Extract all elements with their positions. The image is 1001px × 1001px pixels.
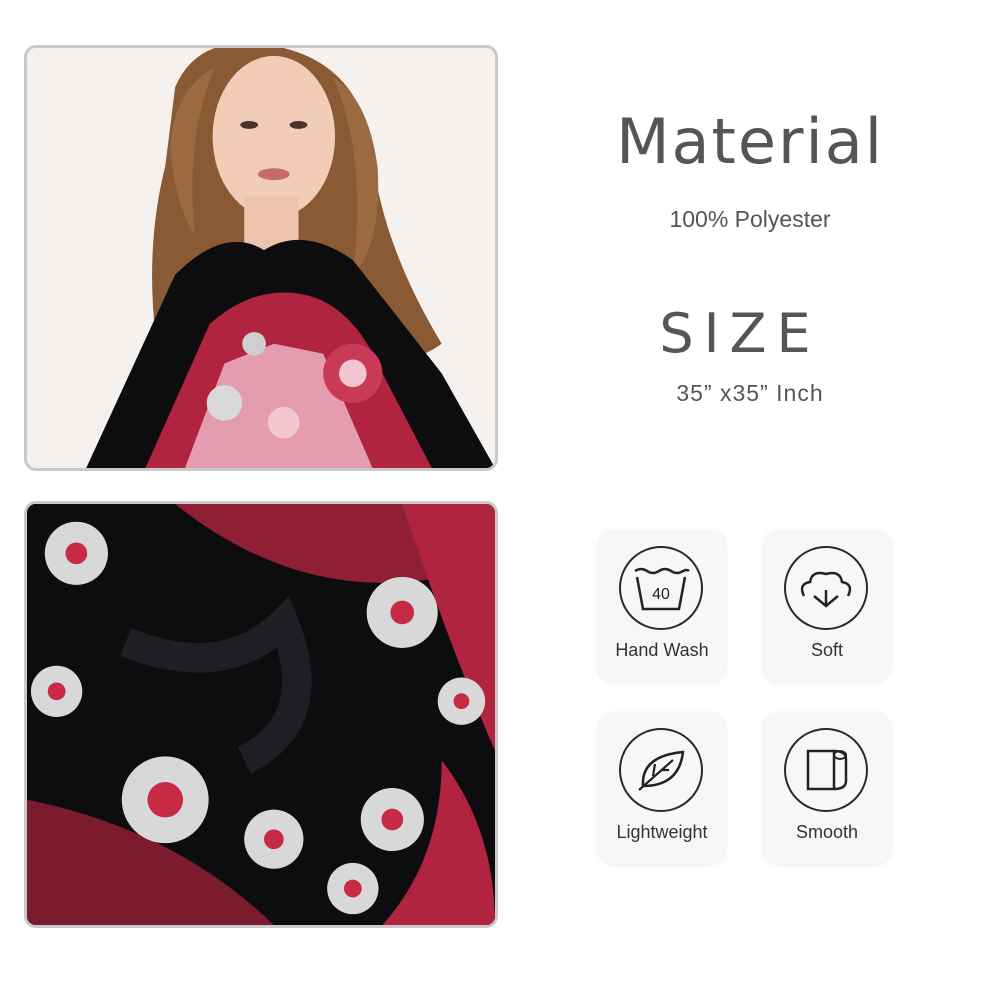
feature-hand-wash: 40 Hand Wash xyxy=(599,532,725,682)
material-heading: Material xyxy=(616,105,884,178)
size-value: 35” x35” Inch xyxy=(676,380,824,406)
leaf-icon xyxy=(619,728,703,812)
scarf-detail-photo xyxy=(24,501,498,928)
feature-smooth: Smooth xyxy=(764,714,890,864)
size-heading: SIZE xyxy=(659,302,821,365)
hand-wash-icon: 40 xyxy=(619,546,703,630)
model-photo xyxy=(24,45,498,471)
model-wearing-scarf-image xyxy=(27,48,495,468)
feature-label: Soft xyxy=(810,640,844,660)
wash-temperature: 40 xyxy=(652,586,670,603)
feature-lightweight: Lightweight xyxy=(599,714,725,864)
scarf-pattern-image xyxy=(27,504,495,925)
feature-label: Hand Wash xyxy=(615,640,709,660)
fabric-roll-icon xyxy=(784,728,868,812)
feature-soft: Soft xyxy=(764,532,890,682)
cotton-icon xyxy=(784,546,868,630)
feature-label: Lightweight xyxy=(616,822,708,842)
feature-label: Smooth xyxy=(795,822,859,842)
material-value: 100% Polyester xyxy=(669,206,831,232)
